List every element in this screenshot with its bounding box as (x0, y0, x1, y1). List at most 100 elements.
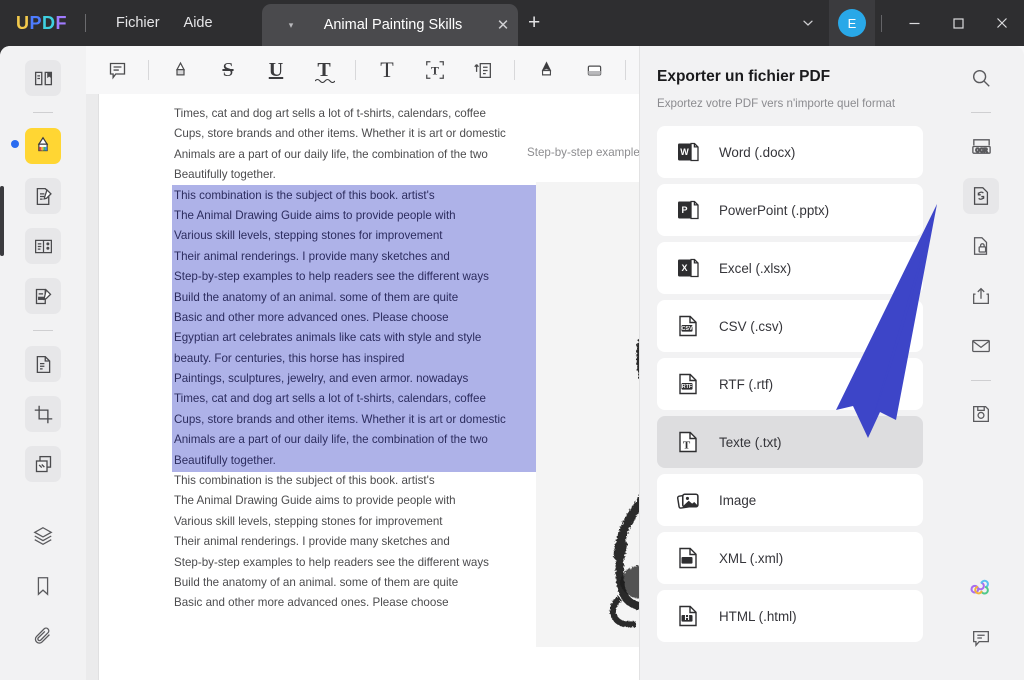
strikethrough-icon[interactable]: S (209, 53, 247, 87)
excel-icon: X (675, 255, 701, 281)
export-format-label: HTML (.html) (719, 609, 797, 624)
menu-fichier[interactable]: Fichier (104, 9, 172, 37)
protect-icon[interactable] (963, 228, 999, 264)
document-line[interactable]: This combination is the subject of this … (174, 471, 594, 491)
export-format-item[interactable]: PPowerPoint (.pptx) (657, 184, 923, 236)
sidebar-item-layers[interactable] (25, 518, 61, 554)
document-line[interactable]: Step-by-step examples to help readers se… (174, 553, 594, 573)
export-format-item[interactable]: CSVCSV (.csv) (657, 300, 923, 352)
document-line[interactable]: Times, cat and dog art sells a lot of t-… (174, 104, 594, 124)
document-line[interactable]: The Animal Drawing Guide aims to provide… (174, 491, 594, 511)
sidebar-item-organize[interactable] (25, 346, 61, 382)
export-format-item[interactable]: XML (.xml) (657, 532, 923, 584)
text-icon[interactable]: T (368, 53, 406, 87)
window-controls: E (787, 0, 1024, 46)
avatar-button[interactable]: E (829, 0, 875, 46)
document-line[interactable]: Beautifully together. (174, 165, 594, 185)
highlight-icon[interactable] (161, 53, 199, 87)
text-file-icon: T (675, 429, 701, 455)
sidebar-item-edit-pdf[interactable] (25, 178, 61, 214)
document-line-selected[interactable]: Various skill levels, stepping stones fo… (174, 226, 594, 246)
document-line[interactable]: Their animal renderings. I provide many … (174, 532, 594, 552)
export-format-item[interactable]: XExcel (.xlsx) (657, 242, 923, 294)
csv-icon: CSV (675, 313, 701, 339)
document-line[interactable]: Animals are a part of our daily life, th… (174, 145, 594, 165)
document-line-selected[interactable]: Egyptian art celebrates animals like cat… (174, 328, 594, 348)
email-icon[interactable] (963, 328, 999, 364)
maximize-button[interactable] (936, 0, 980, 46)
right-separator-2 (971, 380, 991, 381)
document-line[interactable]: Basic and other more advanced ones. Plea… (174, 593, 594, 613)
document-line-selected[interactable]: Cups, store brands and other items. Whet… (174, 410, 594, 430)
document-line-selected[interactable]: Basic and other more advanced ones. Plea… (174, 308, 594, 328)
document-line-selected[interactable]: Their animal renderings. I provide many … (174, 247, 594, 267)
updf-window: UPDF Fichier Aide ▾ Animal Painting Skil… (0, 0, 1024, 680)
svg-text:T: T (683, 439, 691, 451)
minimize-button[interactable] (892, 0, 936, 46)
close-button[interactable] (980, 0, 1024, 46)
document-line-selected[interactable]: The Animal Drawing Guide aims to provide… (174, 206, 594, 226)
chevron-down-icon[interactable] (787, 0, 829, 46)
tab-caret-icon[interactable]: ▾ (280, 20, 302, 31)
ocr-icon[interactable]: OCR (963, 128, 999, 164)
document-line-selected[interactable]: Build the anatomy of an animal. some of … (174, 288, 594, 308)
sidebar-item-batch[interactable] (25, 446, 61, 482)
callout-icon[interactable] (464, 53, 502, 87)
text-box-icon[interactable]: T (416, 53, 454, 87)
scroll-handle[interactable] (0, 186, 4, 256)
comment-icon[interactable] (98, 53, 136, 87)
logo-letter-P: P (30, 13, 43, 34)
export-format-list[interactable]: WWord (.docx) PPowerPoint (.pptx) XExcel (… (657, 126, 923, 680)
powerpoint-icon: P (675, 197, 701, 223)
logo-letter-F: F (56, 13, 68, 34)
panel-subtitle: Exportez votre PDF vers n'importe quel f… (657, 97, 895, 110)
sidebar-item-bookmarks[interactable] (25, 568, 61, 604)
search-icon[interactable] (963, 60, 999, 96)
export-format-item[interactable]: RTFRTF (.rtf) (657, 358, 923, 410)
underline-icon[interactable]: U (257, 53, 295, 87)
document-line-selected[interactable]: Step-by-step examples to help readers se… (174, 267, 594, 287)
eraser-icon[interactable] (575, 53, 613, 87)
sidebar-item-crop[interactable] (25, 396, 61, 432)
save-icon[interactable] (963, 396, 999, 432)
sidebar-separator-1 (33, 112, 53, 113)
document-line-selected[interactable]: This combination is the subject of this … (174, 186, 594, 206)
share-icon[interactable] (963, 278, 999, 314)
toolbar-separator-3 (514, 60, 515, 80)
pdf-page: Step-by-step examples to Times, cat and … (99, 94, 672, 680)
export-format-item[interactable]: WWord (.docx) (657, 126, 923, 178)
new-tab-button[interactable]: + (528, 12, 540, 34)
document-line-selected[interactable]: Beautifully together. (174, 451, 594, 471)
menu-aide[interactable]: Aide (172, 9, 225, 37)
ai-assistant-icon[interactable] (963, 570, 999, 606)
document-line[interactable]: Cups, store brands and other items. Whet… (174, 124, 594, 144)
pencil-icon[interactable] (527, 53, 565, 87)
right-separator-1 (971, 112, 991, 113)
convert-icon[interactable] (963, 178, 999, 214)
avatar: E (838, 9, 866, 37)
toolbar-separator-4 (625, 60, 626, 80)
sidebar-item-form[interactable] (25, 278, 61, 314)
document-tab[interactable]: ▾ Animal Painting Skills ✕ (262, 4, 518, 46)
sidebar-item-attachments[interactable] (25, 618, 61, 654)
workspace: S U T T T (0, 46, 1024, 680)
document-line-selected[interactable]: beauty. For centuries, this horse has in… (174, 349, 594, 369)
tab-close-icon[interactable]: ✕ (488, 16, 518, 34)
squiggly-underline-icon[interactable]: T (305, 53, 343, 87)
sidebar-item-highlighter[interactable] (25, 128, 61, 164)
export-format-item[interactable]: TTexte (.txt) (657, 416, 923, 468)
sidebar-separator-2 (33, 330, 53, 331)
export-format-item[interactable]: Image (657, 474, 923, 526)
document-line[interactable]: Build the anatomy of an animal. some of … (174, 573, 594, 593)
document-line-selected[interactable]: Paintings, sculptures, jewelry, and even… (174, 369, 594, 389)
sidebar-item-page-tools[interactable] (25, 228, 61, 264)
document-line-selected[interactable]: Times, cat and dog art sells a lot of t-… (174, 389, 594, 409)
export-format-label: Image (719, 493, 756, 508)
svg-text:X: X (681, 263, 687, 273)
document-line-selected[interactable]: Animals are a part of our daily life, th… (174, 430, 594, 450)
document-line[interactable]: Various skill levels, stepping stones fo… (174, 512, 594, 532)
chat-icon[interactable] (963, 620, 999, 656)
export-format-item[interactable]: HHTML (.html) (657, 590, 923, 642)
sidebar-item-reader[interactable] (25, 60, 61, 96)
rtf-icon: RTF (675, 371, 701, 397)
